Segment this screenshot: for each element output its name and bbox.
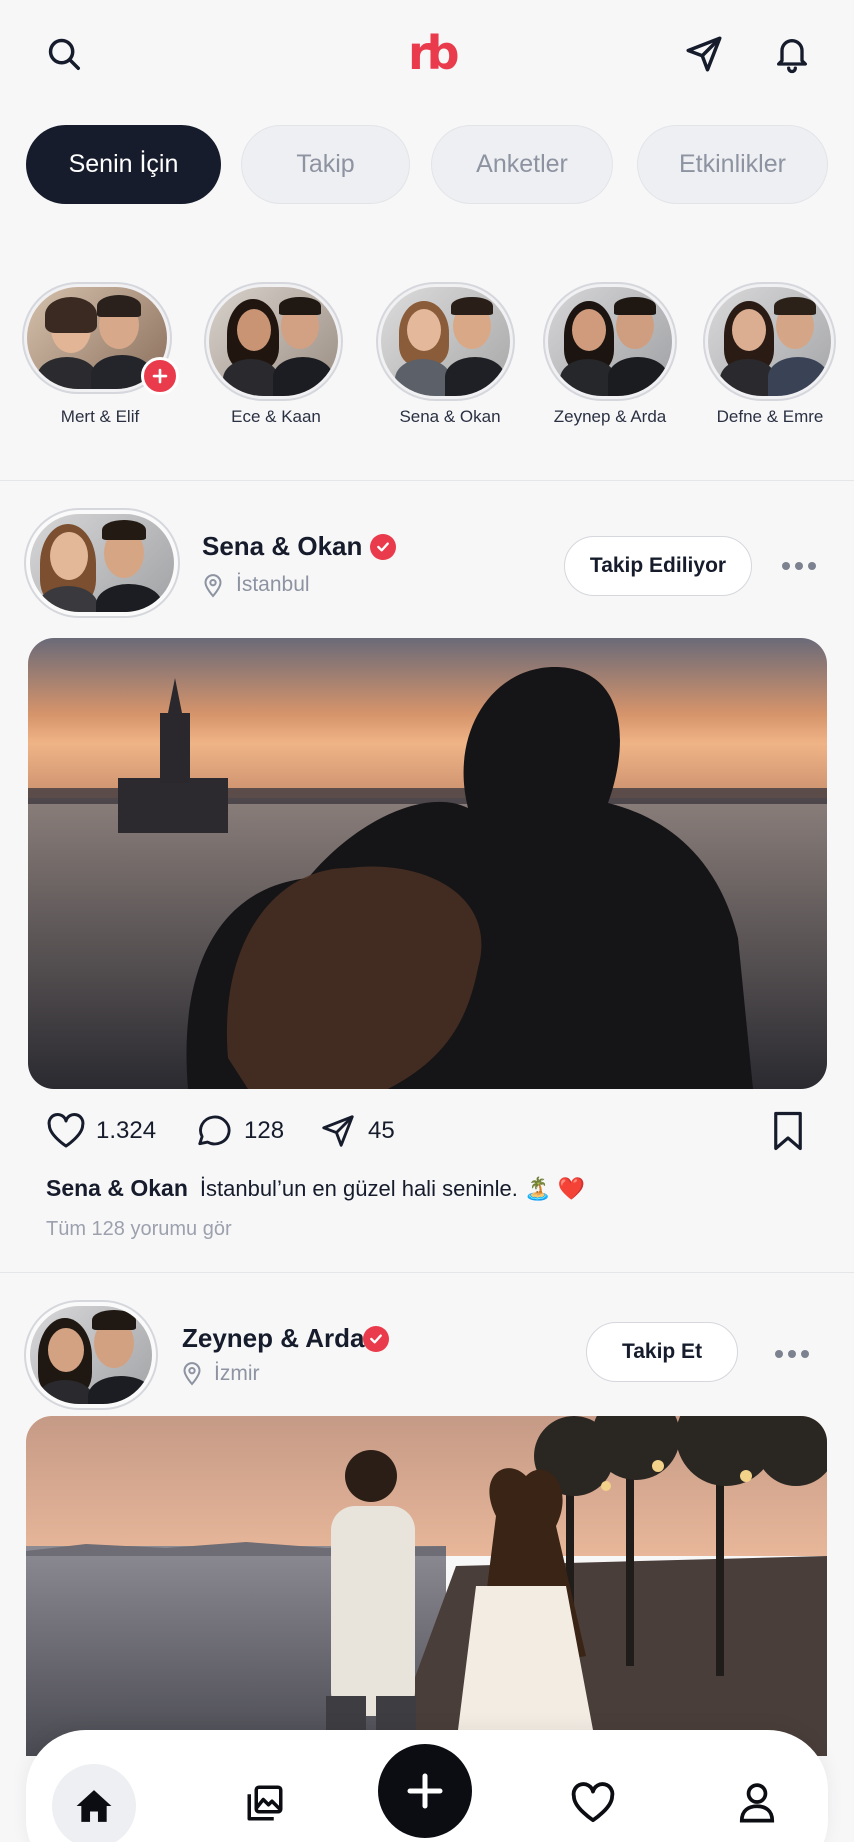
- post-avatar[interactable]: [24, 1300, 158, 1410]
- post-location[interactable]: İstanbul: [236, 573, 310, 597]
- divider: [0, 1272, 854, 1273]
- profile-icon: [739, 1783, 775, 1823]
- nav-home[interactable]: [52, 1764, 136, 1842]
- photo-sunset-couple: [28, 638, 827, 1089]
- bottom-navigation: [26, 1730, 828, 1842]
- send-icon: [686, 36, 722, 72]
- post-avatar[interactable]: [24, 508, 180, 618]
- following-button[interactable]: Takip Ediliyor: [564, 536, 752, 596]
- story-photo: [381, 287, 510, 396]
- post-author-name[interactable]: Sena & Okan: [202, 531, 362, 562]
- like-count: 1.324: [96, 1117, 157, 1144]
- nav-activity[interactable]: [570, 1782, 616, 1829]
- tab-senin-icin[interactable]: Senin İçin: [26, 125, 221, 204]
- bookmark-icon: [774, 1111, 802, 1151]
- verified-badge-icon: [363, 1326, 389, 1352]
- photo-seaside-promenade: [26, 1416, 827, 1756]
- story-avatar[interactable]: [376, 282, 515, 401]
- verified-badge-icon: [370, 534, 396, 560]
- story-name[interactable]: Mert & Elif: [20, 407, 180, 427]
- post-photo[interactable]: [26, 1416, 827, 1756]
- more-options-icon[interactable]: [775, 1350, 809, 1358]
- share-count: 45: [368, 1117, 395, 1144]
- location-pin-icon: [203, 574, 223, 603]
- tab-etkinlikler[interactable]: Etkinlikler: [637, 125, 828, 204]
- tab-anketler[interactable]: Anketler: [431, 125, 613, 204]
- story-name[interactable]: Ece & Kaan: [196, 407, 356, 427]
- story-photo: [209, 287, 338, 396]
- divider: [0, 480, 854, 481]
- plus-icon: [152, 368, 168, 384]
- story-name[interactable]: Defne & Emre: [690, 407, 850, 427]
- share-button[interactable]: 45: [318, 1112, 395, 1150]
- nav-create-post[interactable]: [378, 1744, 472, 1838]
- post-photo[interactable]: [28, 638, 827, 1089]
- send-button[interactable]: [678, 28, 730, 80]
- comment-icon: [198, 1115, 231, 1146]
- location-pin-icon: [182, 1362, 202, 1391]
- like-button[interactable]: 1.324: [46, 1112, 156, 1150]
- search-button[interactable]: [40, 30, 88, 78]
- heart-icon: [571, 1782, 615, 1823]
- view-all-comments-link[interactable]: Tüm 128 yorumu gör: [46, 1218, 232, 1241]
- story-photo: [548, 287, 672, 396]
- story-avatar[interactable]: [703, 282, 836, 401]
- gallery-icon: [247, 1785, 283, 1821]
- send-icon: [322, 1115, 354, 1147]
- story-add-badge[interactable]: [141, 357, 179, 395]
- search-icon: [48, 38, 80, 70]
- post-caption: Sena & Okan İstanbul’un en güzel hali sen…: [46, 1175, 585, 1202]
- more-options-icon[interactable]: [782, 562, 816, 570]
- story-photo: [708, 287, 831, 396]
- story-name[interactable]: Sena & Okan: [370, 407, 530, 427]
- bookmark-button[interactable]: [770, 1110, 806, 1157]
- bell-icon: [777, 39, 807, 74]
- caption-author[interactable]: Sena & Okan: [46, 1175, 188, 1201]
- story-avatar[interactable]: [543, 282, 677, 401]
- post-author-name[interactable]: Zeynep & Arda: [182, 1323, 365, 1354]
- notifications-button[interactable]: [766, 28, 818, 80]
- heart-icon: [47, 1113, 85, 1148]
- tab-takip[interactable]: Takip: [241, 125, 410, 204]
- nav-gallery[interactable]: [244, 1782, 286, 1829]
- comment-count: 128: [244, 1117, 285, 1144]
- plus-icon: [407, 1773, 443, 1809]
- nav-profile[interactable]: [736, 1780, 778, 1829]
- story-avatar[interactable]: [204, 282, 343, 401]
- comment-button[interactable]: 128: [194, 1112, 284, 1150]
- app-logo: rb: [408, 26, 460, 80]
- follow-button[interactable]: Takip Et: [586, 1322, 738, 1382]
- caption-text: İstanbul’un en güzel hali seninle. 🏝️ ❤️: [199, 1176, 585, 1201]
- home-icon: [76, 1790, 112, 1822]
- story-name[interactable]: Zeynep & Arda: [530, 407, 690, 427]
- post-location[interactable]: İzmir: [214, 1362, 260, 1386]
